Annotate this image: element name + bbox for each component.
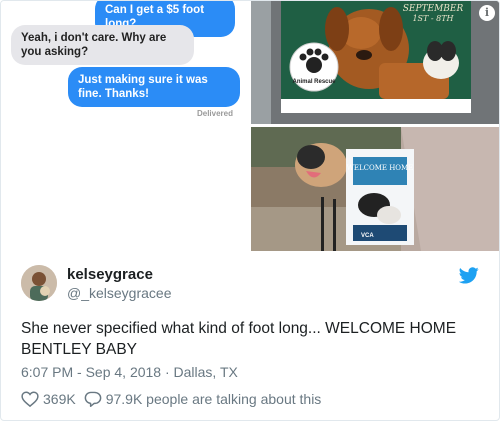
tweet-card: Can I get a $5 foot long? Yeah, i don't … bbox=[0, 0, 500, 421]
twitter-bird-icon[interactable] bbox=[459, 267, 479, 284]
info-icon[interactable]: i bbox=[479, 5, 495, 21]
svg-text:Animal Rescue: Animal Rescue bbox=[292, 79, 336, 85]
svg-text:SEPTEMBER: SEPTEMBER bbox=[403, 4, 464, 14]
reply-icon bbox=[84, 391, 102, 407]
conversation-action[interactable]: 97.9K people are talking about this bbox=[84, 391, 322, 407]
tweet-timestamp-location[interactable]: 6:07 PM - Sep 4, 2018 · Dallas, TX bbox=[21, 364, 238, 380]
message-bubble-outgoing: Just making sure it was fine. Thanks! bbox=[68, 67, 240, 107]
tweet-text: She never specified what kind of foot lo… bbox=[21, 320, 457, 358]
like-count: 369K bbox=[43, 391, 76, 407]
avatar-image bbox=[21, 265, 57, 301]
delivered-label: Delivered bbox=[196, 109, 233, 118]
svg-text:VCA: VCA bbox=[361, 233, 374, 239]
talking-count: 97.9K people are talking about this bbox=[105, 391, 322, 407]
tweet-header: kelseygrace @_kelseygracee bbox=[21, 263, 481, 303]
display-name[interactable]: kelseygrace bbox=[67, 266, 153, 283]
calendar-dog-illustration: Animal Rescue SEPTEMBER 1ST - 8TH bbox=[251, 1, 499, 124]
text-message-screenshot[interactable]: Can I get a $5 foot long? Yeah, i don't … bbox=[1, 1, 248, 251]
user-handle[interactable]: @_kelseygracee bbox=[67, 285, 172, 301]
heart-icon bbox=[21, 391, 39, 407]
welcome-home-illustration: WELCOME HOME VCA bbox=[251, 127, 499, 251]
svg-text:1ST - 8TH: 1ST - 8TH bbox=[412, 14, 454, 23]
tweet-actions: 369K 97.9K people are talking about this bbox=[21, 389, 329, 409]
calendar-dog-photo[interactable]: Animal Rescue SEPTEMBER 1ST - 8TH i bbox=[251, 1, 499, 124]
svg-text:WELCOME HOME: WELCOME HOME bbox=[347, 164, 414, 172]
message-bubble-incoming: Yeah, i don't care. Why are you asking? bbox=[11, 25, 194, 65]
welcome-home-photo[interactable]: WELCOME HOME VCA bbox=[251, 127, 499, 251]
media-grid[interactable]: Can I get a $5 foot long? Yeah, i don't … bbox=[1, 1, 499, 251]
avatar[interactable] bbox=[21, 265, 57, 301]
like-action[interactable]: 369K bbox=[21, 391, 76, 407]
